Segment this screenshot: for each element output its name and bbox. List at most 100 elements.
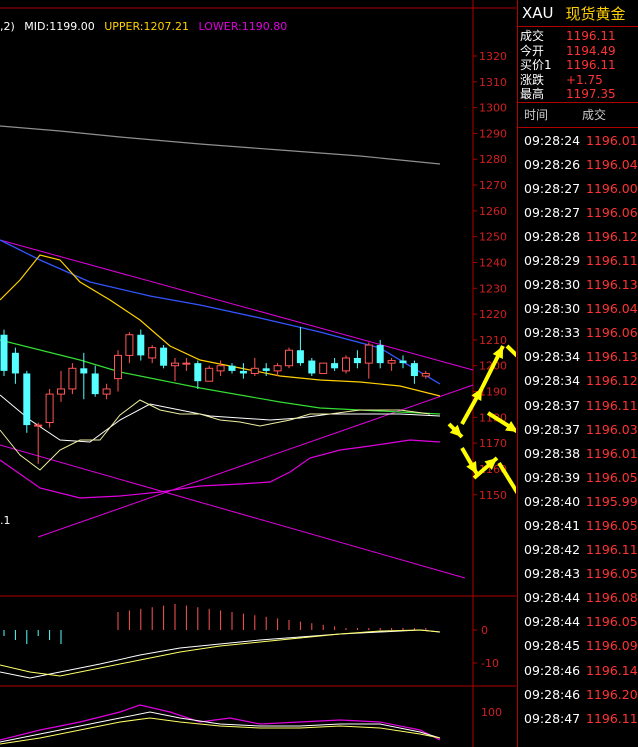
- tick-price: 1196.11: [586, 252, 638, 268]
- tick-time: 09:28:46: [524, 686, 581, 702]
- candle-body-up: [421, 372, 430, 377]
- tick-price: 1196.05: [586, 469, 638, 485]
- tick-time: 09:28:44: [524, 614, 581, 630]
- tick-row[interactable]: 09:28:24 1196.01: [518, 128, 638, 152]
- candlestick-chart-panel[interactable]: 1320 1310 1300 1290 1280 1270 1260 1250 1240 1230…: [0, 0, 516, 747]
- tick-row[interactable]: 09:28:34 1196.13: [518, 345, 638, 369]
- tick-row[interactable]: 09:28:27 1196.00: [518, 176, 638, 200]
- candle-body-up: [285, 349, 293, 367]
- tick-time: 09:28:46: [524, 662, 581, 678]
- tick-row[interactable]: 09:28:42 1196.11: [518, 538, 638, 562]
- tick-price: 1196.01: [586, 132, 638, 148]
- tick-row[interactable]: 09:28:28 1196.12: [518, 224, 638, 248]
- candle-body-down: [239, 370, 247, 374]
- ticks-header-time: 时间: [524, 107, 549, 122]
- tick-row[interactable]: 09:28:44 1196.08: [518, 586, 638, 610]
- candle-body-up: [45, 393, 54, 424]
- tick-time: 09:28:41: [524, 518, 581, 534]
- tick-row[interactable]: 09:28:27 1196.06: [518, 200, 638, 224]
- tick-row[interactable]: 09:28:38 1196.01: [518, 441, 638, 465]
- tick-row[interactable]: 09:28:30 1196.13: [518, 273, 638, 297]
- tick-row[interactable]: 09:28:47 1196.11: [518, 706, 638, 730]
- ma-mid-line: [0, 394, 441, 443]
- legend-mid: MID:1199.00: [24, 20, 95, 33]
- tick-time: 09:28:27: [524, 204, 581, 220]
- tick-price: 1196.13: [586, 349, 638, 365]
- candle-body-up: [364, 344, 373, 364]
- candle-body-up: [387, 360, 396, 364]
- tick-row[interactable]: 09:28:43 1196.05: [518, 562, 638, 586]
- macd-axis-label: -10: [481, 657, 499, 670]
- tick-price: 1195.99: [586, 493, 638, 509]
- quote-row-change: 涨跌 +1.75: [520, 72, 603, 87]
- tick-row[interactable]: 09:28:33 1196.06: [518, 321, 638, 345]
- tick-price: 1196.08: [586, 590, 638, 606]
- candle-body-down: [296, 350, 304, 364]
- candle-body-up: [171, 362, 179, 367]
- tick-price: 1196.06: [586, 204, 638, 220]
- kdj-axis-label: 100: [481, 706, 502, 719]
- tick-time: 09:28:37: [524, 421, 581, 437]
- tick-row[interactable]: 09:28:45 1196.09: [518, 634, 638, 658]
- candle-body-up: [102, 388, 111, 395]
- candle-body-up: [68, 367, 77, 390]
- tick-time: 09:28:40: [524, 493, 581, 509]
- tick-price: 1196.05: [586, 614, 638, 630]
- tick-row[interactable]: 09:28:26 1196.04: [518, 152, 638, 176]
- tick-row[interactable]: 09:28:37 1196.11: [518, 393, 638, 417]
- tick-row[interactable]: 09:28:34 1196.12: [518, 369, 638, 393]
- candle-body-down: [228, 365, 236, 371]
- tick-time: 09:28:45: [524, 638, 581, 654]
- tick-row[interactable]: 09:28:44 1196.05: [518, 610, 638, 634]
- candle-body-down: [399, 360, 407, 364]
- tick-row[interactable]: 09:28:39 1196.05: [518, 465, 638, 489]
- candle-body-down: [91, 373, 99, 395]
- tick-price: 1196.13: [586, 277, 638, 293]
- price-axis-label: 1150: [479, 489, 507, 502]
- tick-time: 09:28:47: [524, 710, 581, 726]
- tick-price: 1196.20: [586, 686, 638, 702]
- chart-canvas[interactable]: 1320 1310 1300 1290 1280 1270 1260 1250 1240 1230…: [0, 0, 516, 747]
- tick-time: 09:28:42: [524, 542, 581, 558]
- candle-body-down: [0, 334, 8, 371]
- tick-row[interactable]: 09:28:37 1196.03: [518, 417, 638, 441]
- tick-row[interactable]: 09:28:40 1195.99: [518, 489, 638, 513]
- legend-upper: UPPER:1207.21: [104, 20, 189, 33]
- tick-list[interactable]: 09:28:24 1196.01 09:28:26 1196.04 09:28:27 11…: [518, 126, 638, 730]
- price-axis-label: 1210: [479, 334, 507, 347]
- candle-body-down: [137, 334, 145, 356]
- instrument-title: XAU 现货黄金: [518, 0, 638, 26]
- tick-price: 1196.04: [586, 301, 638, 317]
- candle-body-down: [410, 363, 418, 377]
- tick-row[interactable]: 09:28:46 1196.14: [518, 658, 638, 682]
- tick-row[interactable]: 09:28:41 1196.05: [518, 513, 638, 537]
- quote-summary: 成交 1196.11 今开 1194.49 买价1 1196.11 涨跌 +1.75 最…: [518, 27, 638, 102]
- tick-time: 09:28:34: [524, 349, 581, 365]
- candle-body-up: [205, 367, 214, 382]
- channel-upper-line: [0, 239, 474, 371]
- candle-body-up: [273, 365, 282, 372]
- tick-time: 09:28:27: [524, 180, 581, 196]
- tick-price: 1196.12: [586, 373, 638, 389]
- tick-time: 09:28:33: [524, 325, 581, 341]
- tick-price: 1196.05: [586, 518, 638, 534]
- quote-row-last: 成交 1196.11: [520, 29, 616, 43]
- price-axis-label: 1270: [479, 179, 507, 192]
- candle-body-down: [376, 345, 384, 364]
- tick-time: 09:28:30: [524, 301, 581, 317]
- tick-time: 09:28:38: [524, 445, 581, 461]
- candle-body-down: [308, 360, 316, 374]
- ma-green-line: [0, 339, 441, 415]
- tick-price: 1196.01: [586, 445, 638, 461]
- price-axis-label: 1230: [479, 282, 507, 295]
- tick-price: 1196.03: [586, 421, 638, 437]
- legend-prefix: ,2): [0, 20, 15, 33]
- tick-row[interactable]: 09:28:29 1196.11: [518, 248, 638, 272]
- channel-lower-line: [0, 444, 466, 579]
- macd-dea-line: [0, 629, 441, 677]
- tick-row[interactable]: 09:28:46 1196.20: [518, 682, 638, 706]
- macd-dif-line: [0, 629, 441, 679]
- tick-row[interactable]: 09:28:30 1196.04: [518, 297, 638, 321]
- candle-body-up: [114, 354, 122, 380]
- candle-body-down: [262, 368, 270, 371]
